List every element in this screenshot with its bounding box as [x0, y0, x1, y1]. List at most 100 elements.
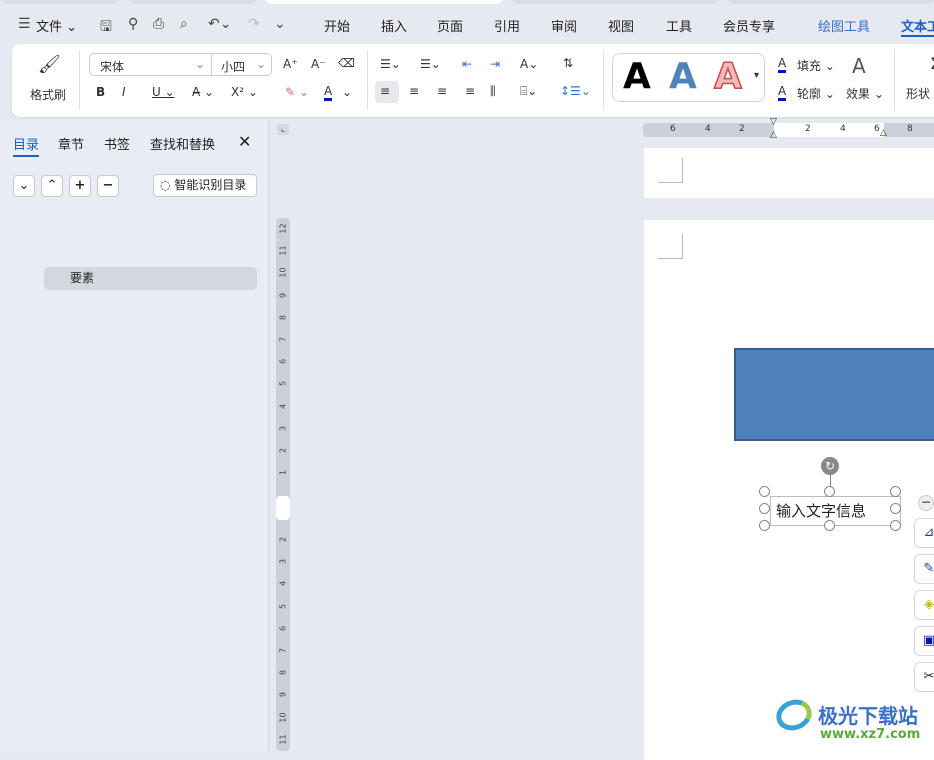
- align-center-icon[interactable]: ≡: [409, 84, 419, 98]
- brush-icon[interactable]: ✎: [914, 554, 934, 584]
- gallery-more-icon[interactable]: ▾: [754, 70, 759, 81]
- rectangle-shape[interactable]: [734, 348, 934, 441]
- textbox-text[interactable]: 输入文字信息: [776, 500, 866, 521]
- resize-handle[interactable]: [824, 520, 835, 531]
- first-indent-marker[interactable]: ▽: [770, 117, 777, 127]
- navigation-panel: 目录 章节 书签 查找和替换 ✕: [0, 120, 268, 751]
- grow-font-icon[interactable]: A⁺: [283, 57, 298, 71]
- tab-insert[interactable]: 插入: [381, 16, 407, 35]
- font-name-select[interactable]: 宋体: [100, 58, 124, 75]
- text-style-gallery[interactable]: A A A: [612, 53, 765, 102]
- tab-review[interactable]: 审阅: [551, 16, 577, 35]
- resize-handle[interactable]: [759, 486, 770, 497]
- tab-page[interactable]: 页面: [437, 16, 463, 35]
- right-indent-marker[interactable]: △: [880, 128, 887, 138]
- distribute-icon[interactable]: ⫼: [490, 84, 496, 99]
- style-black[interactable]: A: [623, 56, 651, 97]
- remove-button[interactable]: −: [97, 175, 119, 197]
- resize-handle[interactable]: [824, 486, 835, 497]
- tab-member[interactable]: 会员专享: [723, 16, 775, 35]
- clear-format-icon[interactable]: ⌫: [338, 56, 355, 70]
- collapse-toolbar-icon[interactable]: −: [918, 495, 934, 511]
- effects-button[interactable]: 效果 ⌄: [846, 85, 884, 102]
- decrease-indent-icon[interactable]: ⇤: [462, 57, 472, 71]
- shape-button[interactable]: 形状: [906, 85, 930, 102]
- redo-icon[interactable]: ↷: [248, 16, 260, 32]
- font-controls: 宋体 ⌄ 小四 ⌄: [89, 53, 272, 76]
- format-painter-button[interactable]: 格式刷: [30, 86, 66, 103]
- resize-handle[interactable]: [759, 520, 770, 531]
- style-blue[interactable]: A: [669, 56, 697, 97]
- bullet-list-icon[interactable]: ☰⌄: [380, 57, 401, 71]
- tab-text-tools[interactable]: 文本工具: [901, 16, 934, 37]
- strikethrough-icon[interactable]: A̶ ⌄: [192, 85, 214, 99]
- resize-handle[interactable]: [759, 503, 770, 514]
- vruler-tick-label: 10: [278, 267, 288, 278]
- textbox[interactable]: 输入文字信息: [770, 496, 901, 526]
- tab-find-replace[interactable]: 查找和替换: [150, 134, 215, 153]
- vruler-tick-label: 11: [278, 245, 288, 256]
- line-spacing-icon[interactable]: ↕☰⌄: [560, 84, 591, 98]
- text-direction-icon[interactable]: A⌄: [520, 57, 538, 71]
- more-chevron-icon[interactable]: ⌄: [274, 16, 286, 32]
- tab-chapters[interactable]: 章节: [58, 134, 84, 153]
- export-icon[interactable]: ⚲: [128, 16, 138, 32]
- fill-icon[interactable]: ◈: [914, 590, 934, 620]
- tab-view[interactable]: 视图: [608, 16, 634, 35]
- sort-icon[interactable]: ⇅: [563, 56, 573, 70]
- file-menu[interactable]: 文件 ⌄: [36, 16, 77, 35]
- save-icon[interactable]: 🖫: [100, 16, 112, 40]
- page-1: [644, 148, 934, 198]
- sigma-icon[interactable]: Σ: [930, 54, 934, 73]
- print-icon[interactable]: ⎙: [153, 16, 164, 32]
- resize-handle[interactable]: [890, 520, 901, 531]
- outline-icon[interactable]: ▣: [914, 626, 934, 656]
- style-red-outline[interactable]: A: [713, 55, 742, 98]
- italic-icon[interactable]: I: [122, 85, 126, 99]
- tools-icon[interactable]: ✂: [914, 662, 934, 692]
- font-size-select[interactable]: 小四: [221, 58, 245, 75]
- increase-indent-icon[interactable]: ⇥: [490, 57, 500, 71]
- tab-stop-selector[interactable]: ⌞: [277, 124, 289, 135]
- vruler-tick-label: 6: [278, 359, 288, 365]
- tab-bookmarks[interactable]: 书签: [104, 134, 130, 153]
- toc-item[interactable]: 要素: [44, 267, 257, 290]
- tab-home[interactable]: 开始: [324, 16, 350, 35]
- justify-icon[interactable]: ≡: [465, 84, 475, 98]
- bold-icon[interactable]: B: [96, 85, 105, 99]
- menu-icon[interactable]: ☰: [18, 16, 31, 32]
- vruler-tick-label: 4: [278, 403, 288, 409]
- resize-handle[interactable]: [890, 503, 901, 514]
- vruler-tick-label: 7: [278, 647, 288, 654]
- horizontal-ruler[interactable]: ▽ △ △ 6 4 2 2 4 6 8: [643, 117, 934, 140]
- print-preview-icon[interactable]: ⌕: [180, 16, 188, 32]
- tab-drawing-tools[interactable]: 绘图工具: [818, 16, 870, 35]
- vertical-ruler[interactable]: 12 11 10 9 8 7 6 5 4 3 2 1 2 3 4 5 6 7 8 9 10 11: [276, 218, 290, 751]
- superscript-icon[interactable]: X² ⌄: [231, 85, 258, 99]
- close-icon[interactable]: ✕: [238, 132, 251, 151]
- collapse-button[interactable]: ⌄: [13, 175, 35, 197]
- paragraph-spacing-icon[interactable]: ⌸⌄: [520, 84, 537, 99]
- align-left-icon[interactable]: ≡: [380, 84, 390, 98]
- undo-icon[interactable]: ↶⌄: [208, 16, 231, 32]
- layout-icon[interactable]: ⊿: [914, 518, 934, 548]
- highlight-icon[interactable]: ✎ ⌄: [285, 85, 309, 99]
- rotate-handle-icon[interactable]: ↻: [821, 457, 839, 475]
- tab-references[interactable]: 引用: [494, 16, 520, 35]
- align-right-icon[interactable]: ≡: [437, 84, 447, 98]
- smart-toc-button[interactable]: ◌ 智能识别目录: [153, 174, 257, 197]
- outline-button[interactable]: 轮廓 ⌄: [797, 85, 835, 102]
- tab-toc[interactable]: 目录: [13, 134, 40, 157]
- fill-button[interactable]: 填充 ⌄: [797, 57, 835, 74]
- smart-icon: ◌: [160, 178, 171, 192]
- underline-icon[interactable]: U ⌄: [152, 85, 175, 99]
- numbered-list-icon[interactable]: ☰⌄: [420, 57, 441, 71]
- shrink-font-icon[interactable]: A⁻: [311, 57, 326, 71]
- font-color-icon[interactable]: A: [324, 84, 333, 101]
- expand-up-button[interactable]: ⌃: [41, 175, 63, 197]
- tab-tools[interactable]: 工具: [666, 16, 692, 35]
- hruler-tick-label: 4: [840, 124, 846, 134]
- left-indent-marker[interactable]: △: [770, 130, 777, 140]
- resize-handle[interactable]: [890, 486, 901, 497]
- add-button[interactable]: +: [69, 175, 91, 197]
